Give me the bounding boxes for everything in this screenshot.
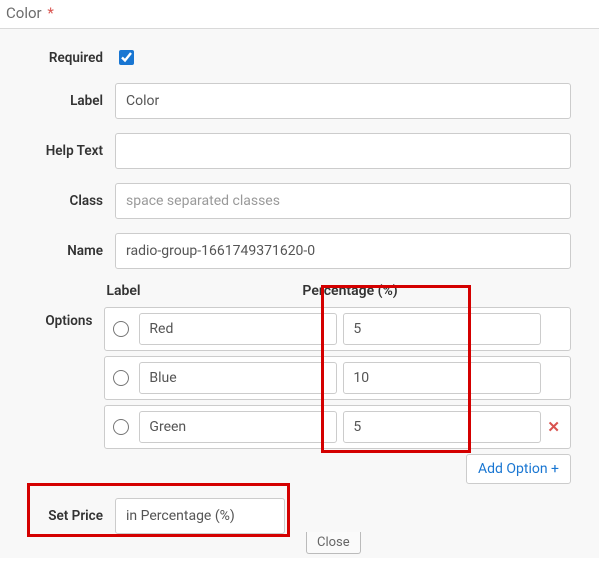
option-row: [104, 356, 571, 400]
option-radio[interactable]: [113, 419, 129, 435]
name-field-label: Name: [20, 243, 115, 259]
option-label-input[interactable]: [139, 411, 337, 443]
option-row: ✕: [104, 405, 571, 449]
required-label: Required: [20, 50, 115, 66]
option-radio[interactable]: [113, 370, 129, 386]
help-text-label: Help Text: [20, 143, 115, 159]
form-panel: Required Label Help Text Class Name Opti…: [0, 28, 599, 558]
name-input[interactable]: [115, 233, 571, 269]
help-text-input[interactable]: [115, 133, 571, 169]
set-price-label: Set Price: [20, 508, 115, 524]
option-label-input[interactable]: [139, 313, 337, 345]
panel-title-text: Color: [6, 4, 42, 22]
options-field-label: Options: [20, 283, 104, 329]
label-field-label: Label: [20, 93, 115, 109]
class-field-label: Class: [20, 193, 115, 209]
options-header-label: Label: [104, 283, 302, 299]
close-button[interactable]: Close: [306, 532, 361, 554]
option-percentage-input[interactable]: [343, 362, 541, 394]
option-percentage-input[interactable]: [343, 411, 541, 443]
required-checkbox[interactable]: [119, 50, 134, 65]
option-percentage-input[interactable]: [343, 313, 541, 345]
panel-title: Color *: [0, 0, 599, 28]
option-row: [104, 307, 571, 351]
required-asterisk: *: [47, 4, 53, 22]
set-price-select[interactable]: in Percentage (%): [115, 498, 285, 534]
label-input[interactable]: [115, 83, 571, 119]
option-radio[interactable]: [113, 321, 129, 337]
class-input[interactable]: [115, 183, 571, 219]
option-label-input[interactable]: [139, 362, 337, 394]
remove-option-icon[interactable]: ✕: [547, 418, 564, 436]
add-option-button[interactable]: Add Option +: [466, 454, 571, 484]
options-header-percentage: Percentage (%): [302, 283, 472, 299]
